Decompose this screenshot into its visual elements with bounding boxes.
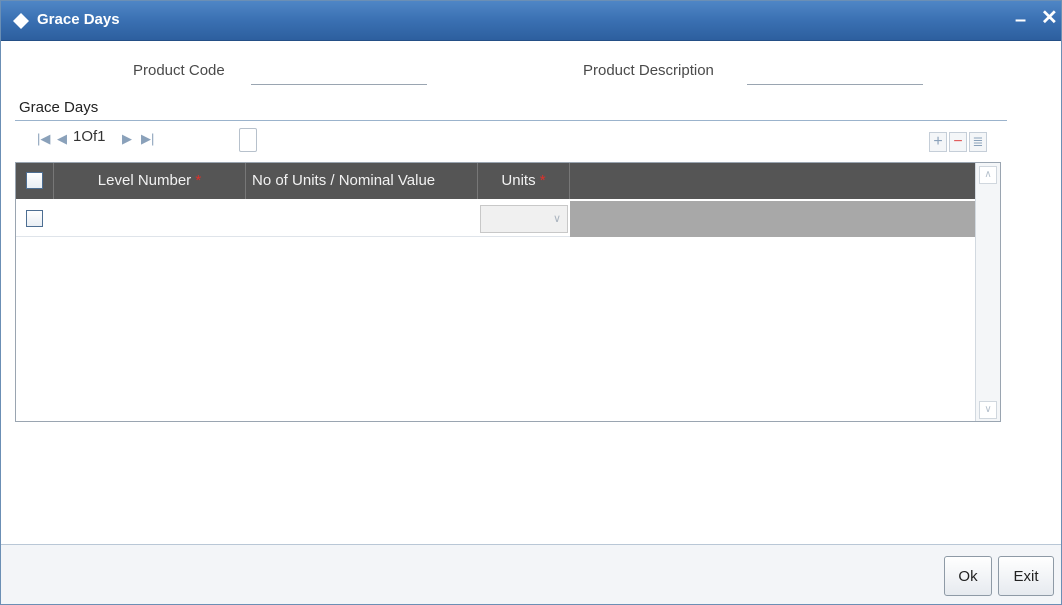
scroll-down-icon[interactable]: ∨	[979, 401, 997, 419]
single-view-button[interactable]: ≣	[969, 132, 987, 152]
title-bar[interactable]: Grace Days – ✕	[1, 1, 1061, 41]
footer-bar	[1, 545, 1061, 604]
table-row: ∨	[16, 201, 975, 237]
required-marker: *	[195, 172, 202, 189]
close-button[interactable]: ✕	[1041, 5, 1058, 30]
minus-icon: −	[953, 133, 963, 150]
section-title: Grace Days	[19, 99, 99, 116]
product-code-field[interactable]	[251, 61, 427, 85]
column-no-of-units[interactable]: No of Units / Nominal Value	[246, 163, 478, 199]
previous-page-icon[interactable]: ◀	[57, 131, 67, 147]
chevron-down-icon: ∨	[552, 213, 561, 225]
exit-button[interactable]: Exit	[998, 556, 1054, 596]
product-description-field[interactable]	[747, 61, 923, 85]
delete-row-button[interactable]: −	[949, 132, 967, 152]
select-all-cell	[16, 163, 54, 199]
last-page-icon[interactable]: ▶|	[141, 131, 154, 147]
row-checkbox[interactable]	[26, 210, 43, 227]
column-level-number[interactable]: Level Number *	[54, 163, 246, 199]
vertical-scrollbar[interactable]: ∧ ∨	[975, 163, 1000, 421]
grid-header: Level Number * No of Units / Nominal Val…	[16, 163, 975, 199]
ok-button[interactable]: Ok	[944, 556, 992, 596]
list-icon: ≣	[972, 134, 984, 149]
units-select[interactable]: ∨	[480, 205, 568, 233]
section-divider	[15, 120, 1007, 121]
product-description-label: Product Description	[583, 62, 714, 79]
row-filler	[570, 201, 975, 237]
product-code-label: Product Code	[133, 62, 225, 79]
window-title: Grace Days	[37, 11, 120, 28]
add-row-button[interactable]: +	[929, 132, 947, 152]
first-page-icon[interactable]: |◀	[37, 131, 50, 147]
page-number-input[interactable]	[239, 128, 257, 152]
column-label: No of Units / Nominal Value	[252, 172, 436, 189]
page-indicator: 1Of1	[73, 128, 106, 145]
column-label: Level Number	[97, 172, 192, 189]
minimize-button[interactable]: –	[1015, 9, 1026, 32]
select-all-checkbox[interactable]	[26, 172, 43, 189]
scroll-up-icon[interactable]: ∧	[979, 166, 997, 184]
column-label: Units	[501, 172, 536, 189]
next-page-icon[interactable]: ▶	[122, 131, 132, 147]
grace-days-window: Grace Days – ✕ Product Code Product Desc…	[0, 0, 1062, 605]
required-marker: *	[539, 172, 546, 189]
column-units[interactable]: Units *	[478, 163, 570, 199]
plus-icon: +	[933, 133, 943, 150]
grace-days-grid: Level Number * No of Units / Nominal Val…	[15, 162, 1001, 422]
diamond-icon	[13, 13, 29, 29]
